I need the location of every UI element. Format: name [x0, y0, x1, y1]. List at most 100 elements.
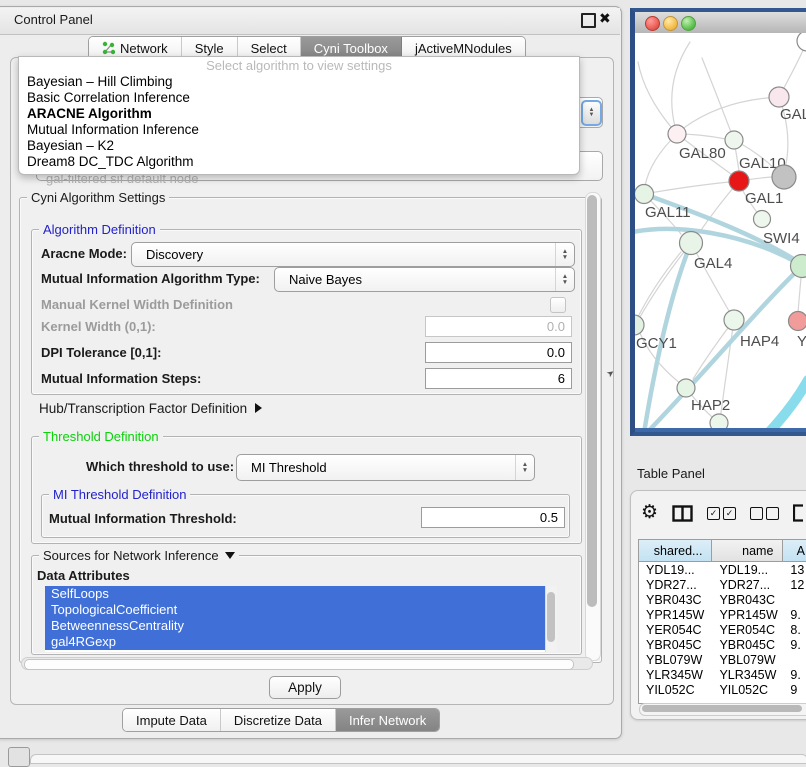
data-attributes-list[interactable]: SelfLoopsTopologicalCoefficientBetweenne… [45, 586, 545, 652]
table-row[interactable]: YDL19...YDL19...13 [639, 562, 806, 578]
close-icon[interactable]: ✖ [599, 10, 611, 27]
table-row[interactable]: YIL052CYIL052C9 [639, 682, 806, 697]
zoom-traffic-light-icon[interactable] [681, 16, 696, 31]
bottom-tab-discretize-data[interactable]: Discretize Data [221, 709, 336, 731]
data-attribute-item-selected[interactable]: TopologicalCoefficient [45, 602, 545, 618]
table-cell: YIL052C [712, 682, 783, 697]
aracne-mode-combo[interactable]: Discovery ▲▼ [131, 242, 575, 267]
column-header-name[interactable]: name [712, 540, 783, 562]
algorithm-definition-title: Algorithm Definition [39, 222, 160, 237]
network-node-gal11[interactable] [635, 185, 654, 204]
which-threshold-combo[interactable]: MI Threshold ▲▼ [236, 454, 535, 481]
hub-definition-expander[interactable]: Hub/Transcription Factor Definition [39, 401, 262, 416]
which-threshold-label: Which threshold to use: [86, 459, 234, 474]
select-all-checks-icon[interactable]: ✓✓ [707, 507, 736, 520]
table-horizontal-scrollbar[interactable] [639, 703, 806, 716]
close-traffic-light-icon[interactable] [645, 16, 660, 31]
mi-type-value: Naive Bayes [275, 272, 555, 287]
document-icon[interactable] [793, 504, 803, 522]
table-panel: ⚙ ✓✓ shared...nameAYDL19...YDL19...13YDR… [630, 490, 806, 720]
network-node-gal80[interactable] [668, 125, 686, 143]
minimize-traffic-light-icon[interactable] [663, 16, 678, 31]
apply-button[interactable]: Apply [269, 676, 341, 699]
network-node-gcy1[interactable] [635, 315, 644, 335]
bottom-tab-infer-network[interactable]: Infer Network [336, 709, 439, 731]
network-view-titlebar[interactable] [635, 12, 806, 34]
control-panel-titlebar[interactable] [0, 8, 620, 35]
float-window-icon[interactable] [581, 13, 596, 28]
network-node-hap2[interactable] [677, 379, 695, 397]
network-edge [644, 182, 729, 194]
algorithm-option[interactable]: Bayesian – K2 [19, 138, 579, 154]
table-row[interactable]: YDR27...YDR27...12 [639, 577, 806, 592]
attribute-table[interactable]: shared...nameAYDL19...YDL19...13YDR27...… [638, 539, 806, 704]
table-cell: YER054C [712, 622, 783, 637]
table-panel-toolbar: ⚙ ✓✓ [641, 503, 803, 523]
columns-icon[interactable] [672, 505, 693, 522]
network-node-hap4[interactable] [724, 310, 744, 330]
minimized-panel-icon[interactable] [8, 747, 30, 767]
mi-steps-field[interactable]: 6 [425, 368, 572, 389]
settings-vertical-scrollbar[interactable] [585, 192, 601, 661]
deselect-all-checks-icon[interactable] [750, 507, 779, 520]
algorithm-option[interactable]: Bayesian – Hill Climbing [19, 74, 579, 90]
stepper-arrows-icon: ▲▼ [555, 268, 574, 291]
combo-stepper-icon[interactable]: ▲▼ [581, 100, 602, 126]
which-threshold-value: MI Threshold [237, 460, 515, 475]
column-header-shared[interactable]: shared... [639, 540, 712, 562]
tab-label: Select [251, 41, 287, 56]
mi-steps-label: Mutual Information Steps: [41, 371, 201, 386]
gear-icon[interactable]: ⚙ [641, 503, 658, 523]
tab-label: Style [195, 41, 224, 56]
table-row[interactable]: YBR043CYBR043C [639, 592, 806, 607]
manual-kernel-checkbox[interactable] [550, 297, 566, 313]
algorithm-select-popup: Select algorithm to view settingsBayesia… [18, 56, 580, 175]
mi-threshold-field[interactable]: 0.5 [421, 507, 565, 528]
chevron-down-icon [225, 552, 235, 559]
algorithm-option[interactable]: Mutual Information Inference [19, 122, 579, 138]
attributes-scrollbar[interactable] [545, 586, 557, 652]
scrollbar-thumb[interactable] [642, 705, 802, 712]
dpi-tolerance-label: DPI Tolerance [0,1]: [41, 345, 161, 360]
network-node-gal4[interactable] [680, 232, 703, 255]
scrollbar-thumb[interactable] [24, 659, 574, 670]
network-node[interactable] [797, 33, 806, 51]
network-node-label: SWI4 [763, 230, 800, 247]
scrollbar-thumb[interactable] [547, 592, 555, 642]
bottom-tab-impute-data[interactable]: Impute Data [123, 709, 221, 731]
network-node[interactable] [772, 165, 796, 189]
data-attribute-item-selected[interactable]: SelfLoops [45, 586, 545, 602]
network-node-gal1[interactable] [729, 171, 749, 191]
hub-definition-label: Hub/Transcription Factor Definition [39, 401, 247, 416]
network-node-swi4[interactable] [754, 211, 771, 228]
column-header-a[interactable]: A [783, 540, 806, 562]
stepper-arrows-icon: ▲▼ [515, 455, 534, 480]
bottom-panel-edge [30, 754, 806, 764]
data-attribute-item-selected[interactable]: BetweennessCentrality [45, 618, 545, 634]
data-attribute-item-selected[interactable]: gal4RGexp [45, 634, 545, 650]
network-edge [640, 243, 691, 317]
network-canvas[interactable]: GALGAL80GAL10GAL1GAL11SWI4GAL4GCY1HAP4YH… [635, 33, 806, 428]
network-node-gal10[interactable] [725, 131, 743, 149]
dpi-tolerance-field[interactable]: 0.0 [425, 342, 572, 363]
table-row[interactable]: YBL079WYBL079W [639, 652, 806, 667]
network-node[interactable] [710, 414, 728, 428]
network-node-label: HAP4 [740, 333, 779, 350]
table-row[interactable]: YLR345WYLR345W9. [639, 667, 806, 682]
chevron-right-icon [255, 403, 262, 413]
algorithm-option[interactable]: ARACNE Algorithm [19, 106, 579, 122]
mi-type-combo[interactable]: Naive Bayes ▲▼ [274, 267, 575, 292]
algorithm-option[interactable]: Dream8 DC_TDC Algorithm [19, 154, 579, 170]
table-row[interactable]: YER054CYER054C8. [639, 622, 806, 637]
network-node-y[interactable] [789, 312, 806, 331]
table-row[interactable]: YBR045CYBR045C9. [639, 637, 806, 652]
sources-group-title[interactable]: Sources for Network Inference [39, 548, 239, 563]
network-node-gal[interactable] [769, 87, 789, 107]
settings-horizontal-scrollbar[interactable] [21, 657, 593, 670]
table-cell: YDR27... [639, 577, 712, 592]
scrollbar-thumb[interactable] [587, 195, 597, 607]
kernel-width-field: 0.0 [425, 316, 572, 337]
table-row[interactable]: YPR145WYPR145W9. [639, 607, 806, 622]
mi-threshold-group-title: MI Threshold Definition [49, 487, 190, 502]
algorithm-option[interactable]: Basic Correlation Inference [19, 90, 579, 106]
